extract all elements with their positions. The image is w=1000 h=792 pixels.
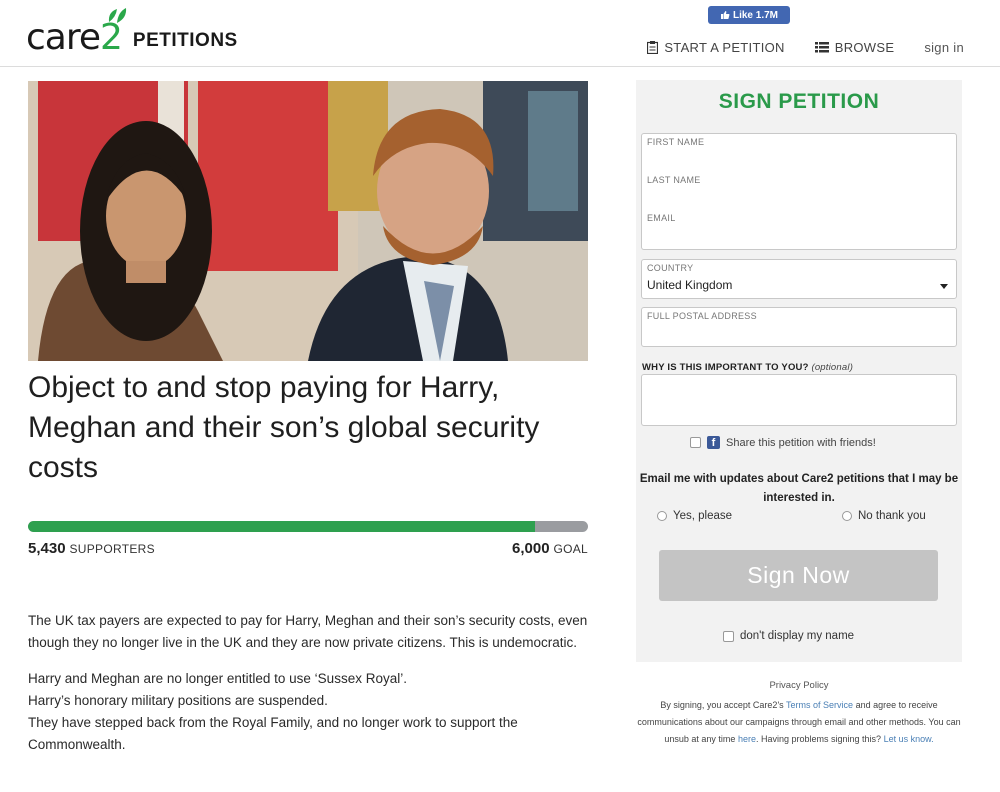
yes-radio[interactable] [657, 511, 667, 521]
goal-count: 6,000 GOAL [512, 540, 588, 557]
share-checkbox[interactable] [690, 437, 701, 448]
description-paragraph: Harry and Meghan are no longer entitled … [28, 671, 518, 752]
list-icon [814, 42, 829, 53]
leaf-icon [108, 8, 127, 23]
start-petition-label: START A PETITION [664, 40, 785, 55]
first-name-field[interactable]: FIRST NAME [641, 133, 957, 173]
email-yes-option[interactable]: Yes, please [657, 510, 732, 522]
hide-name-label: don't display my name [740, 630, 855, 642]
description-paragraph: The UK tax payers are expected to pay fo… [28, 613, 588, 650]
no-label: No thank you [858, 510, 926, 522]
sign-in-link[interactable]: sign in [924, 40, 964, 55]
email-field[interactable]: EMAIL [641, 210, 957, 250]
legal-notice: By signing, you accept Care2's Terms of … [637, 700, 961, 744]
facebook-icon: f [707, 436, 720, 449]
country-select[interactable]: COUNTRY United Kingdom [641, 259, 957, 299]
petition-photo [28, 81, 588, 361]
browse-label: BROWSE [834, 40, 895, 55]
sign-petition-heading: SIGN PETITION [718, 90, 880, 113]
privacy-policy-link[interactable]: Privacy Policy [636, 680, 962, 691]
country-value: United Kingdom [647, 278, 733, 292]
share-option: f Share this petition with friends! [690, 436, 876, 449]
chevron-down-icon [940, 284, 948, 289]
no-radio[interactable] [842, 511, 852, 521]
clipboard-icon [647, 41, 659, 54]
email-updates-question: Email me with updates about Care2 petiti… [639, 473, 959, 504]
email-no-option[interactable]: No thank you [842, 510, 926, 522]
why-important-textarea[interactable] [641, 374, 957, 426]
postal-address-field[interactable]: FULL POSTAL ADDRESS [641, 307, 957, 347]
why-important-label: WHY IS THIS IMPORTANT TO YOU? (optional) [642, 362, 854, 373]
hide-name-option: don't display my name [723, 630, 854, 642]
care2-logo[interactable]: care 2 PETITIONS [26, 8, 238, 58]
progress-bar [28, 521, 588, 532]
logo-number: 2 [100, 8, 127, 56]
progress-fill [28, 521, 535, 532]
terms-of-service-link[interactable]: Terms of Service [786, 700, 853, 710]
brand-petitions: PETITIONS [132, 30, 238, 51]
top-nav: START A PETITION BROWSE sign in [647, 40, 964, 55]
logo-wordmark: care [26, 17, 101, 58]
sign-now-button[interactable]: Sign Now [659, 550, 938, 601]
facebook-like-count: Like 1.7M [732, 9, 779, 21]
last-name-field[interactable]: LAST NAME [641, 172, 957, 212]
contact-link[interactable]: Let us know. [884, 734, 934, 744]
yes-label: Yes, please [673, 510, 733, 522]
petition-title: Object to and stop paying for Harry, Meg… [28, 371, 540, 484]
share-label: Share this petition with friends! [726, 436, 876, 449]
header-divider [0, 66, 1000, 67]
thumbs-up-icon [720, 11, 730, 19]
petition-description: The UK tax payers are expected to pay fo… [28, 610, 588, 770]
facebook-like-button[interactable]: Like 1.7M [708, 6, 790, 24]
start-petition-link[interactable]: START A PETITION [647, 40, 784, 55]
hide-name-checkbox[interactable] [723, 630, 734, 642]
unsubscribe-link[interactable]: here [738, 734, 756, 744]
browse-link[interactable]: BROWSE [814, 40, 895, 55]
supporters-count: 5,430 SUPPORTERS [28, 540, 155, 557]
